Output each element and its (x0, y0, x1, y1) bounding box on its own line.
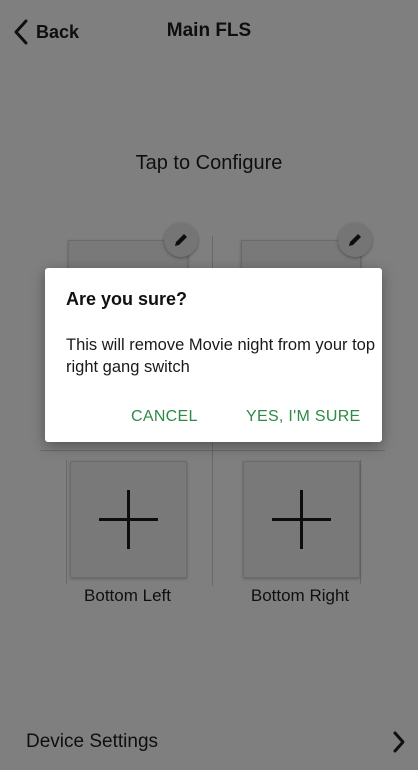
dialog-message: This will remove Movie night from your t… (66, 336, 376, 376)
dialog-title: Are you sure? (66, 289, 188, 309)
confirm-button[interactable]: YES, I'M SURE (246, 408, 361, 426)
confirm-dialog: Are you sure? This will remove Movie nig… (45, 268, 382, 442)
cancel-button[interactable]: CANCEL (131, 408, 198, 426)
